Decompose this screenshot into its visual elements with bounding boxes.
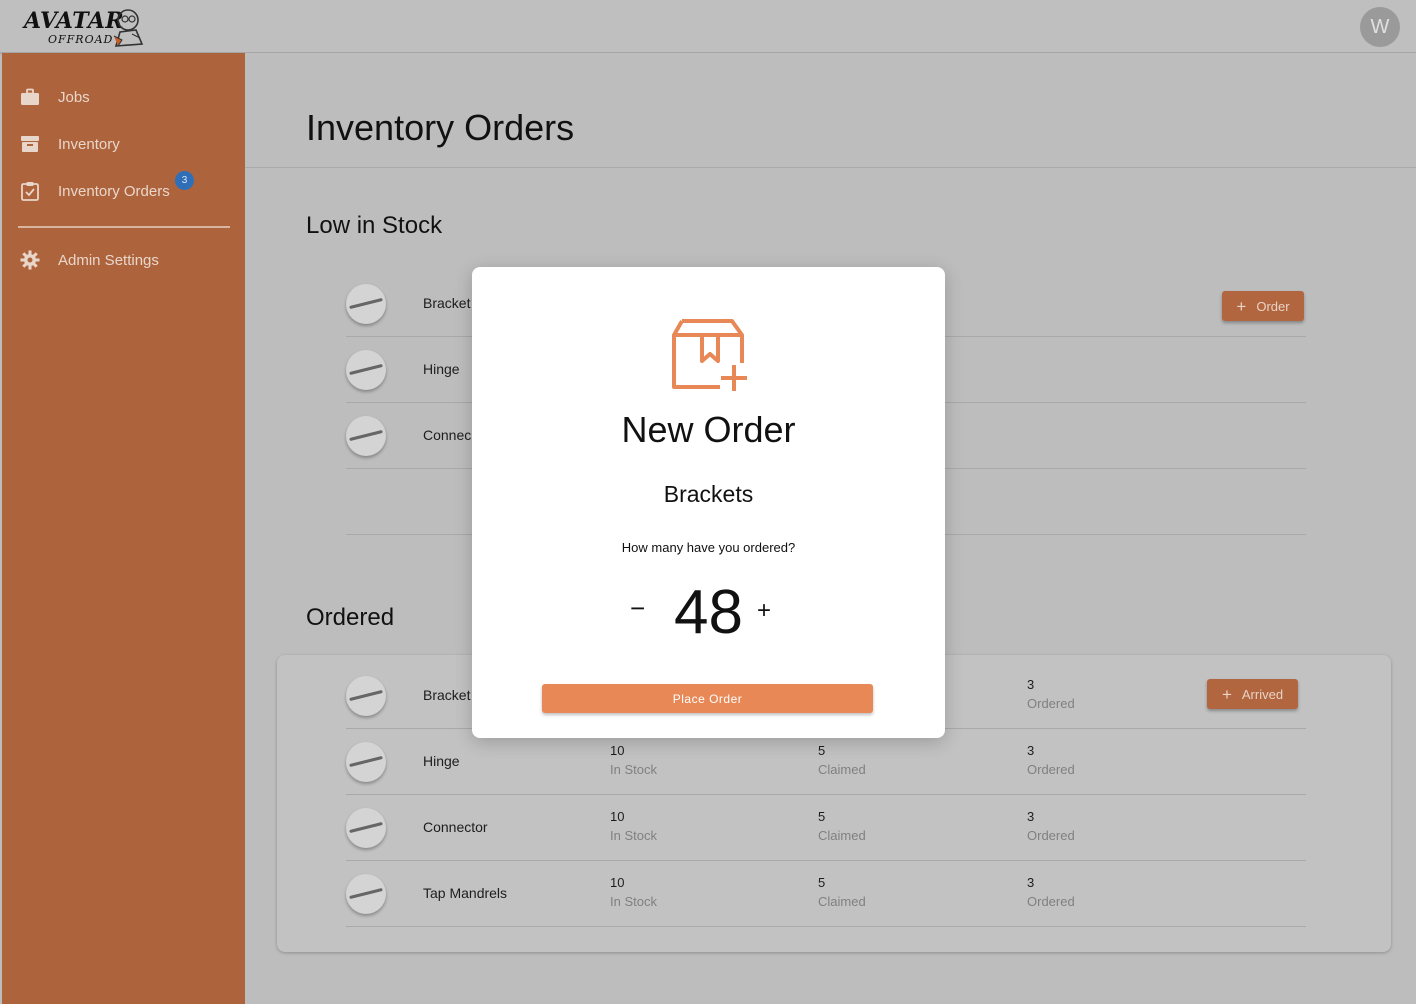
in-stock-stat: 10 In Stock xyxy=(610,809,657,843)
in-stock-count: 10 xyxy=(610,875,625,890)
claimed-label: Claimed xyxy=(818,762,866,777)
dialog-item-name: Brackets xyxy=(663,481,754,507)
item-name: Bracket xyxy=(423,687,471,703)
logo-mascot-icon xyxy=(113,9,144,47)
item-name: Connec xyxy=(423,427,472,443)
ordered-label: Ordered xyxy=(1027,696,1075,711)
ordered-row[interactable]: Hinge 10 In Stock 5 Claimed 3 Ordered xyxy=(346,729,1306,795)
item-thumbnail xyxy=(346,874,386,914)
ordered-count: 3 xyxy=(1027,743,1035,758)
ordered-stat: 3 Ordered xyxy=(1027,875,1075,909)
in-stock-stat: 10 In Stock xyxy=(610,875,657,909)
ordered-label: Ordered xyxy=(1027,828,1075,843)
item-name: Connector xyxy=(423,819,488,835)
item-name: Tap Mandrels xyxy=(423,885,508,901)
ordered-stat: 3 Ordered xyxy=(1027,743,1075,777)
claimed-count: 5 xyxy=(818,743,826,758)
in-stock-label: In Stock xyxy=(610,828,657,843)
dialog-question: How many have you ordered? xyxy=(621,540,796,555)
claimed-count: 5 xyxy=(818,875,826,890)
item-thumbnail xyxy=(346,742,386,782)
sidebar-item-inventory[interactable]: Inventory xyxy=(2,124,245,164)
dialog-title: New Order xyxy=(621,409,796,450)
sidebar-item-inventory-orders[interactable]: Inventory Orders xyxy=(2,171,245,211)
sidebar-item-label: Inventory xyxy=(58,135,120,153)
ordered-count: 3 xyxy=(1027,677,1035,692)
claimed-label: Claimed xyxy=(818,894,866,909)
new-order-dialog: New Order Brackets How many have you ord… xyxy=(472,267,945,738)
user-avatar[interactable]: W xyxy=(1360,7,1400,47)
quantity-value: 48 xyxy=(674,578,743,647)
arrived-button-label: Arrived xyxy=(1241,686,1284,702)
briefcase-icon xyxy=(19,86,41,108)
ordered-row[interactable]: Connector 10 In Stock 5 Claimed 3 Ordere… xyxy=(346,795,1306,861)
ordered-label: Ordered xyxy=(1027,894,1075,909)
page-title: Inventory Orders xyxy=(306,107,575,148)
item-thumbnail xyxy=(346,350,386,390)
sidebar-item-label: Inventory Orders xyxy=(58,182,170,200)
claimed-count: 5 xyxy=(818,809,826,824)
claimed-stat: 5 Claimed xyxy=(818,875,866,909)
plus-icon: + xyxy=(1236,296,1247,316)
item-name: Hinge xyxy=(423,361,460,377)
item-thumbnail xyxy=(346,676,386,716)
sidebar-item-jobs[interactable]: Jobs xyxy=(2,77,245,117)
item-thumbnail xyxy=(346,808,386,848)
low-stock-heading: Low in Stock xyxy=(306,212,443,239)
plus-icon: + xyxy=(1221,684,1232,704)
title-divider xyxy=(245,167,1416,168)
company-logo[interactable]: AVATAR OFFROAD xyxy=(22,6,147,50)
arrived-button[interactable]: + Arrived xyxy=(1207,679,1298,709)
ordered-label: Ordered xyxy=(1027,762,1075,777)
sidebar-item-admin-settings[interactable]: Admin Settings xyxy=(2,240,245,280)
order-button[interactable]: + Order xyxy=(1222,291,1304,321)
sidebar-item-label: Jobs xyxy=(58,88,90,106)
top-bar: AVATAR OFFROAD W xyxy=(0,0,1416,53)
claimed-label: Claimed xyxy=(818,828,866,843)
item-thumbnail xyxy=(346,416,386,456)
in-stock-stat: 10 In Stock xyxy=(610,743,657,777)
claimed-stat: 5 Claimed xyxy=(818,743,866,777)
item-thumbnail xyxy=(346,284,386,324)
gear-icon xyxy=(19,249,41,271)
sidebar: Jobs Inventory Inventory Orders 3 Admin … xyxy=(2,53,245,1004)
decrement-button[interactable]: − xyxy=(630,593,645,624)
ordered-stat: 3 Ordered xyxy=(1027,809,1075,843)
claimed-stat: 5 Claimed xyxy=(818,809,866,843)
orders-count-badge: 3 xyxy=(175,171,194,190)
item-name: Bracket xyxy=(423,295,471,311)
ordered-heading: Ordered xyxy=(306,604,395,631)
in-stock-count: 10 xyxy=(610,809,625,824)
clipboard-check-icon xyxy=(19,180,41,202)
new-order-box-icon xyxy=(672,319,747,391)
ordered-count: 3 xyxy=(1027,875,1035,890)
ordered-count: 3 xyxy=(1027,809,1035,824)
item-name: Hinge xyxy=(423,753,460,769)
in-stock-label: In Stock xyxy=(610,762,657,777)
ordered-stat: 3 Ordered xyxy=(1027,677,1075,711)
order-button-label: Order xyxy=(1256,298,1290,314)
sidebar-item-label: Admin Settings xyxy=(58,251,159,269)
logo-subtext: OFFROAD xyxy=(48,33,114,46)
in-stock-count: 10 xyxy=(610,743,625,758)
in-stock-label: In Stock xyxy=(610,894,657,909)
increment-button[interactable]: + xyxy=(757,597,771,625)
archive-box-icon xyxy=(19,133,41,155)
place-order-button[interactable]: Place Order xyxy=(542,684,873,713)
sidebar-divider xyxy=(18,226,230,228)
ordered-row[interactable]: Tap Mandrels 10 In Stock 5 Claimed 3 Ord… xyxy=(346,861,1306,927)
